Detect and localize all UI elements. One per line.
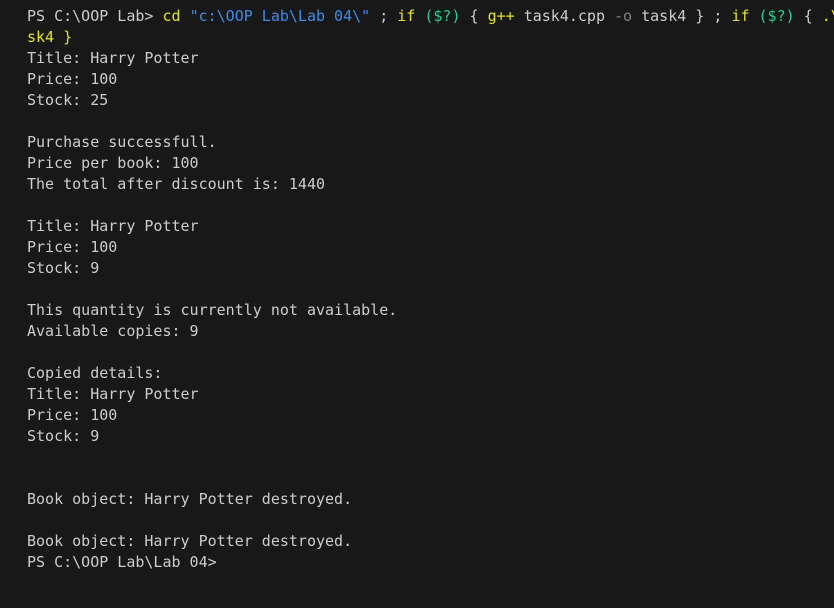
output-line: Title: Harry Potter (27, 49, 199, 67)
final-prompt-line[interactable]: PS C:\OOP Lab\Lab 04> (27, 552, 834, 573)
cmd-wrap-text: sk4 } (27, 28, 73, 46)
terminal-panel[interactable]: PS C:\OOP Lab> cd "c:\OOP Lab\Lab 04\" ;… (0, 0, 834, 608)
cmd-gpp: g++ (487, 7, 515, 25)
final-prompt: PS C:\OOP Lab\Lab 04> (27, 553, 217, 571)
cmd-separator: ; (370, 7, 398, 25)
output-line: Stock: 9 (27, 259, 100, 277)
cmd-brace-close: } ; (686, 7, 732, 25)
output-line: Price: 100 (27, 238, 118, 256)
output-line: Book object: Harry Potter destroyed. (27, 532, 353, 550)
output-line: This quantity is currently not available… (27, 301, 398, 319)
cmd-source-file: task4.cpp (514, 7, 615, 25)
cmd-if-2: if (731, 7, 750, 25)
output-line: Price: 100 (27, 406, 118, 424)
output-line: Purchase successfull. (27, 133, 217, 151)
cmd-cd: cd (162, 7, 181, 25)
cmd-flag: -o (614, 7, 633, 25)
text-cursor (217, 554, 219, 571)
cmd-space (181, 7, 190, 25)
output-line: Price per book: 100 (27, 154, 199, 172)
cmd-output-name: task4 (632, 7, 687, 25)
prompt-text: PS C:\OOP Lab> (27, 7, 163, 25)
cmd-brace-open-2: { (803, 7, 822, 25)
output-line: Book object: Harry Potter destroyed. (27, 490, 353, 508)
cmd-condition-2: ($?) (749, 7, 804, 25)
cmd-condition: ($?) (415, 7, 470, 25)
output-line: Available copies: 9 (27, 322, 199, 340)
output-line: Title: Harry Potter (27, 385, 199, 403)
cmd-if: if (397, 7, 416, 25)
command-line: PS C:\OOP Lab> cd "c:\OOP Lab\Lab 04\" ;… (27, 6, 834, 27)
command-line-wrap: sk4 } (27, 27, 834, 48)
output-line: Price: 100 (27, 70, 118, 88)
cmd-brace-open: { (469, 7, 488, 25)
output-line: Stock: 25 (27, 91, 109, 109)
output-line: Title: Harry Potter (27, 217, 199, 235)
output-line: Copied details: (27, 364, 163, 382)
output-line: Stock: 9 (27, 427, 100, 445)
cmd-path: "c:\OOP Lab\Lab 04\" (189, 7, 371, 25)
program-output: Title: Harry Potter Price: 100 Stock: 25 Pu… (27, 48, 834, 552)
cmd-run: .\ta (821, 7, 834, 25)
output-line: The total after discount is: 1440 (27, 175, 326, 193)
